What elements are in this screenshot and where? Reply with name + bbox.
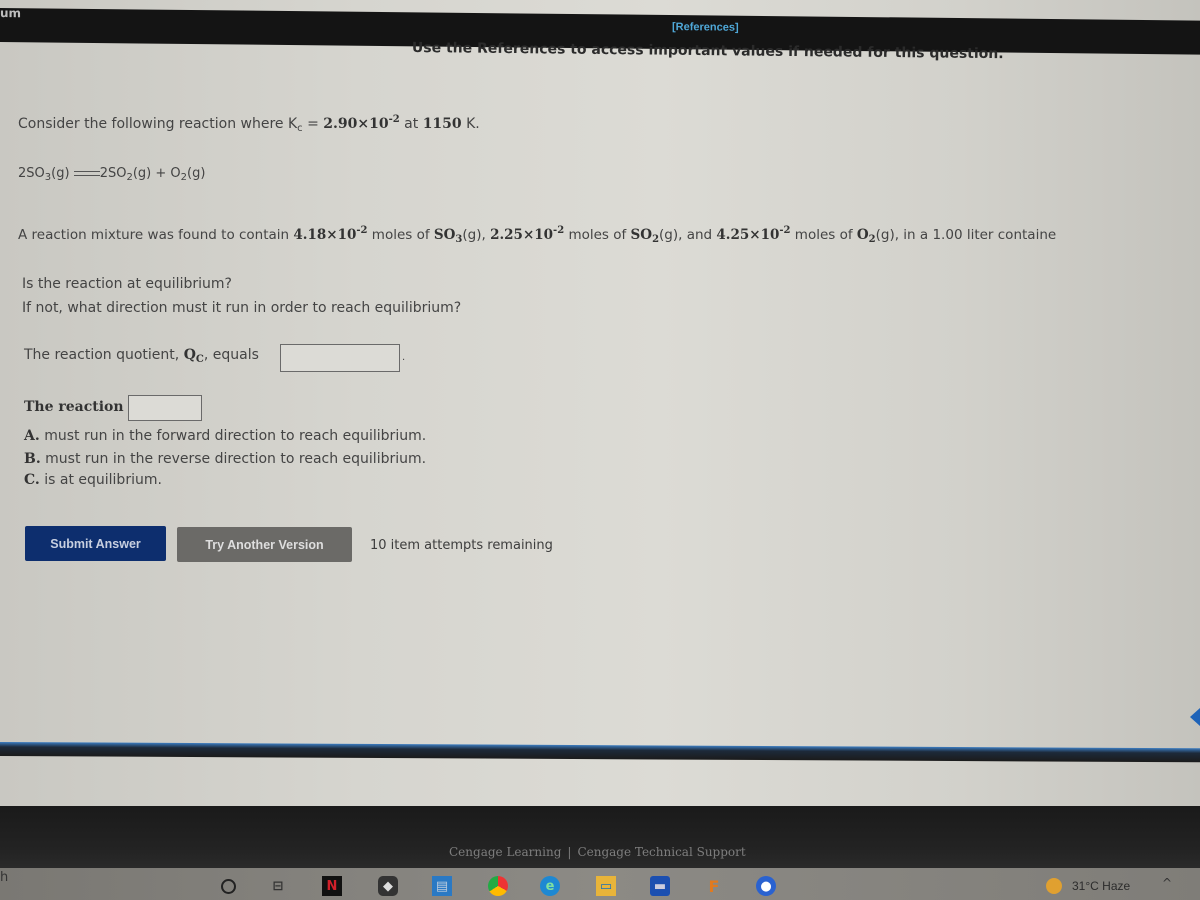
task-view-icon[interactable]: ⊟ [268, 876, 288, 896]
f-app-icon[interactable]: F [704, 876, 724, 896]
weather-icon [1046, 878, 1062, 894]
file-explorer-icon[interactable]: ▭ [596, 876, 616, 896]
tab-label: um [0, 6, 22, 21]
store-icon[interactable]: ▤ [432, 876, 452, 896]
tray-chevron-icon[interactable]: ^ [1162, 876, 1172, 890]
side-chevron-icon[interactable] [1190, 708, 1200, 726]
option-c: C. is at equilibrium. [24, 472, 162, 488]
question-direction: If not, what direction must it run in or… [22, 300, 462, 316]
footer-links: Cengage Learning | Cengage Technical Suppo… [449, 845, 746, 859]
try-another-version-button[interactable]: Try Another Version [177, 527, 352, 562]
divider-band [0, 742, 1200, 763]
option-b: B. must run in the reverse direction to … [24, 451, 427, 467]
qc-label: The reaction quotient, QC, equals [24, 347, 259, 365]
chrome-icon[interactable] [488, 876, 508, 896]
question-intro: Consider the following reaction where Kc… [18, 114, 480, 134]
option-a: A. must run in the forward direction to … [24, 428, 427, 444]
equilibrium-arrow-icon [73, 169, 100, 179]
qc-period: . [402, 352, 406, 363]
submit-answer-button[interactable]: Submit Answer [25, 526, 166, 561]
netflix-icon[interactable]: N [322, 876, 342, 896]
app-hex-icon[interactable]: ◆ [378, 876, 398, 896]
scanner-icon[interactable]: ▬ [650, 876, 670, 896]
references-link[interactable]: [References] [672, 21, 739, 34]
weather-text[interactable]: 31°C Haze [1072, 879, 1130, 893]
cengage-learning-link[interactable]: Cengage Learning [449, 845, 561, 859]
reaction-label: The reaction [24, 399, 124, 415]
search-circle-icon[interactable] [218, 876, 238, 896]
reaction-equation: 2SO3(g) 2SO2(g) + O2(g) [18, 166, 206, 183]
taskbar-left-label: h [0, 870, 9, 885]
cengage-support-link[interactable]: Cengage Technical Support [577, 845, 745, 859]
edge-icon[interactable]: e [540, 876, 560, 896]
qc-input[interactable] [280, 344, 400, 372]
attempts-remaining: 10 item attempts remaining [370, 538, 553, 553]
question-equilibrium: Is the reaction at equilibrium? [22, 276, 232, 292]
mixture-statement: A reaction mixture was found to contain … [18, 225, 1057, 245]
game-app-icon[interactable]: ● [756, 876, 776, 896]
reaction-answer-input[interactable] [128, 395, 202, 421]
